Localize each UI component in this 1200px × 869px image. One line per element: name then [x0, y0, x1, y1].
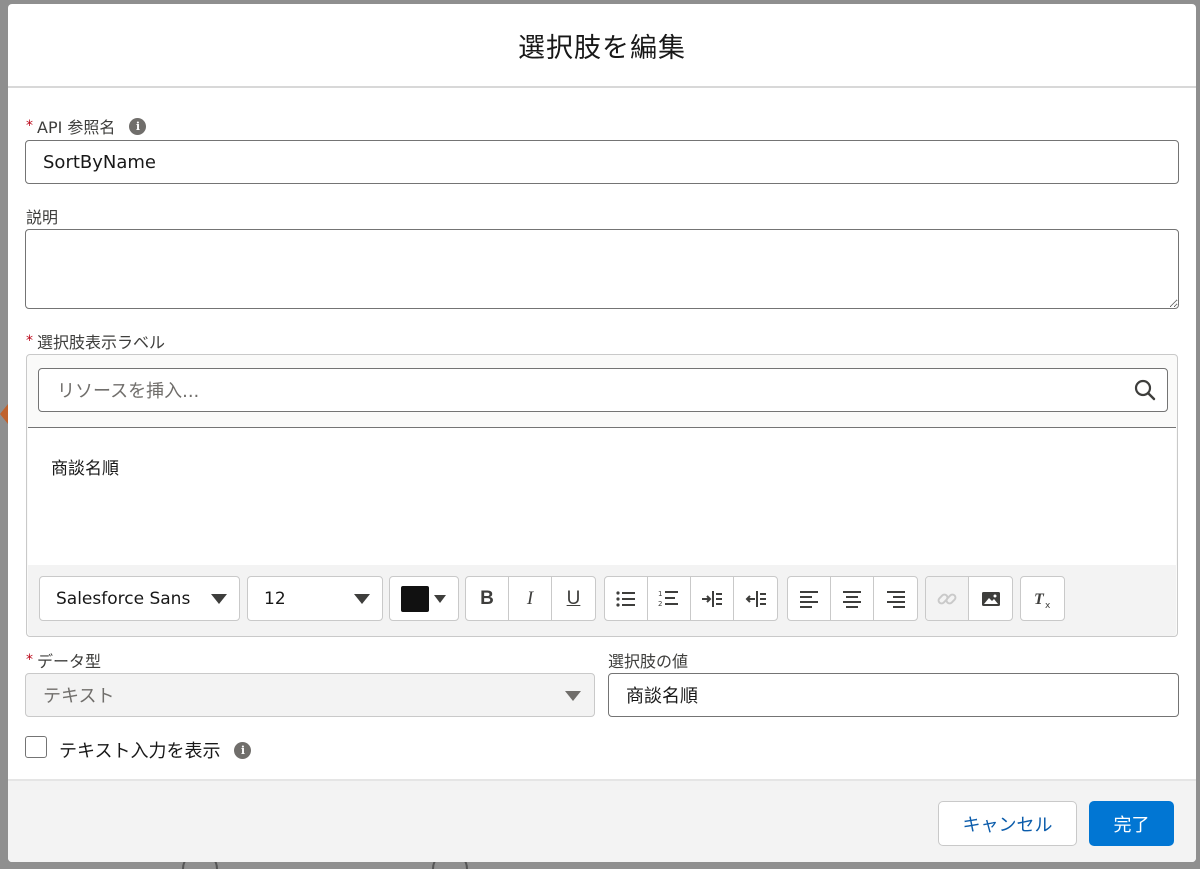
edit-choice-modal: 選択肢を編集 * API 参照名 i SortByName 説明 * 選択肢表示…: [8, 4, 1196, 862]
required-mark: *: [26, 118, 33, 134]
numbered-list-icon: 1 2: [658, 590, 678, 608]
format-button-group: B I U: [465, 576, 596, 621]
link-icon: [937, 593, 957, 604]
align-right-icon: [886, 590, 905, 608]
required-mark: *: [26, 333, 33, 349]
choice-value-label-row: 選択肢の値: [608, 648, 688, 672]
api-name-label: API 参照名: [37, 118, 116, 137]
modal-header: 選択肢を編集: [8, 4, 1196, 88]
underline-button[interactable]: U: [552, 577, 595, 620]
image-icon: [981, 591, 1000, 606]
clear-formatting-icon: T x: [1034, 591, 1051, 610]
text-color-picker[interactable]: [389, 576, 459, 621]
clear-format-button-group: T x: [1020, 576, 1065, 621]
color-swatch: [401, 585, 429, 612]
svg-text:x: x: [1045, 601, 1051, 610]
svg-text:1: 1: [658, 590, 662, 598]
rich-text-editor: リソースを挿入... 商談名順 Salesforce Sans 12 B I U…: [26, 354, 1178, 637]
chevron-down-icon: [211, 594, 227, 604]
choice-label-row: * 選択肢表示ラベル: [26, 329, 165, 353]
done-button[interactable]: 完了: [1089, 801, 1174, 846]
font-size-select[interactable]: 12: [247, 576, 383, 621]
bulleted-list-button[interactable]: [605, 577, 648, 620]
data-type-value: テキスト: [43, 686, 115, 707]
italic-icon: I: [526, 587, 534, 609]
api-name-input[interactable]: SortByName: [25, 140, 1179, 184]
align-center-button[interactable]: [831, 577, 874, 620]
required-mark: *: [26, 652, 33, 668]
align-center-icon: [843, 590, 861, 608]
api-name-value: SortByName: [43, 151, 157, 173]
bulleted-list-icon: [616, 590, 635, 607]
choice-value-label: 選択肢の値: [608, 652, 689, 671]
chevron-down-icon: [434, 595, 446, 603]
show-text-input-checkbox[interactable]: [25, 736, 47, 758]
font-family-value: Salesforce Sans: [56, 588, 191, 609]
bold-icon: B: [480, 587, 494, 609]
numbered-list-button[interactable]: 1 2: [648, 577, 691, 620]
description-label: 説明: [26, 208, 59, 227]
editor-content-area[interactable]: 商談名順: [28, 427, 1176, 565]
align-button-group: [787, 576, 918, 621]
show-text-input-label-row: テキスト入力を表示 i: [59, 737, 252, 763]
svg-text:2: 2: [658, 600, 662, 608]
align-left-button[interactable]: [788, 577, 831, 620]
description-textarea[interactable]: [25, 229, 1179, 309]
font-family-select[interactable]: Salesforce Sans: [39, 576, 240, 621]
background-connector-arrow: [0, 404, 8, 424]
data-type-select[interactable]: テキスト: [25, 673, 595, 717]
show-text-input-label: テキスト入力を表示: [59, 741, 221, 762]
underline-icon: U: [566, 587, 581, 609]
insert-button-group: [925, 576, 1013, 621]
align-left-icon: [800, 590, 818, 608]
modal-footer: キャンセル 完了: [8, 779, 1196, 862]
editor-toolbar: Salesforce Sans 12 B I U 1 2 T x: [28, 565, 1176, 636]
info-icon[interactable]: i: [129, 117, 147, 135]
cancel-button[interactable]: キャンセル: [938, 801, 1077, 846]
clear-formatting-button[interactable]: T x: [1021, 577, 1064, 620]
image-button[interactable]: [969, 577, 1012, 620]
info-icon[interactable]: i: [234, 741, 252, 759]
modal-title: 選択肢を編集: [518, 32, 686, 64]
outdent-button[interactable]: [734, 577, 777, 620]
font-size-value: 12: [264, 588, 286, 609]
link-button[interactable]: [926, 577, 969, 620]
resource-search-placeholder: リソースを挿入...: [57, 381, 200, 402]
choice-label-label: 選択肢表示ラベル: [37, 333, 166, 352]
indent-button[interactable]: [691, 577, 734, 620]
list-button-group: 1 2: [604, 576, 778, 621]
chevron-down-icon: [354, 594, 370, 604]
resource-search-input[interactable]: リソースを挿入...: [38, 368, 1168, 412]
choice-value-input[interactable]: 商談名順: [608, 673, 1179, 717]
italic-button[interactable]: I: [509, 577, 552, 620]
svg-text:T: T: [1034, 591, 1045, 608]
choice-value-text: 商談名順: [626, 686, 698, 707]
search-icon[interactable]: [1133, 378, 1157, 402]
chevron-down-icon: [565, 691, 581, 701]
align-right-button[interactable]: [874, 577, 917, 620]
api-name-label-row: * API 参照名 i: [26, 114, 147, 138]
data-type-label-row: * データ型: [26, 648, 101, 672]
bold-button[interactable]: B: [466, 577, 509, 620]
data-type-label: データ型: [37, 652, 102, 671]
outdent-icon: [745, 590, 766, 607]
editor-content-text: 商談名順: [51, 459, 119, 479]
description-label-row: 説明: [26, 204, 58, 228]
indent-icon: [702, 590, 722, 607]
